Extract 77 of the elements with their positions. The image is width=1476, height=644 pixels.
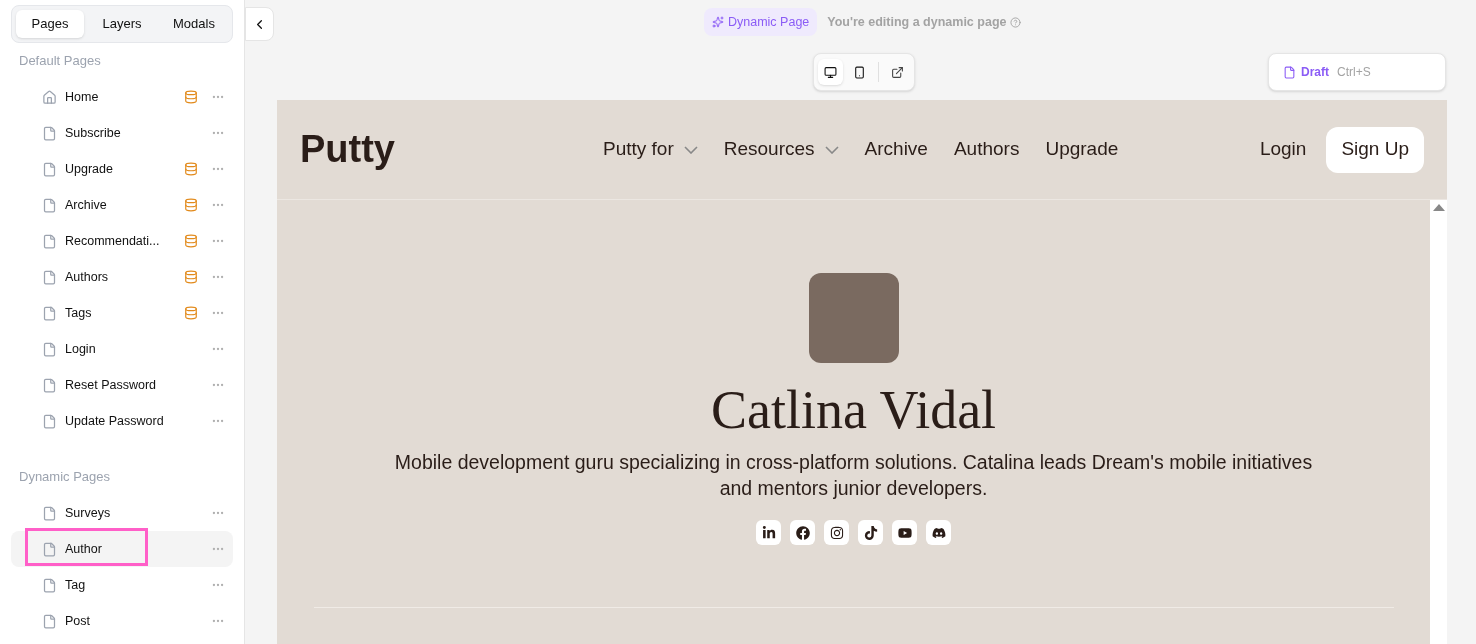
page-label: Tag xyxy=(65,576,86,594)
page-label: Archive xyxy=(65,196,107,214)
nav-link[interactable]: Upgrade xyxy=(1045,135,1119,164)
scrollbar[interactable] xyxy=(1430,200,1447,644)
page-icon xyxy=(42,233,57,249)
instagram-icon[interactable] xyxy=(824,520,849,545)
help-icon[interactable] xyxy=(1010,16,1022,28)
shortcut-hint: Ctrl+S xyxy=(1337,64,1371,81)
tab[interactable]: Modals xyxy=(160,10,228,38)
collapse-button[interactable] xyxy=(245,7,274,41)
tab[interactable]: Pages xyxy=(16,10,84,38)
page-icon xyxy=(42,377,57,393)
page-item[interactable]: Upgrade xyxy=(11,151,233,187)
scroll-up-icon[interactable] xyxy=(1432,204,1445,211)
page-item[interactable]: Authors xyxy=(11,259,233,295)
nav-link[interactable]: Archive xyxy=(864,135,928,164)
page-icon xyxy=(1283,65,1296,79)
page-label: Update Password xyxy=(65,412,164,430)
page-label: Home xyxy=(65,88,99,106)
desktop-icon xyxy=(824,65,837,79)
tiktok-icon[interactable] xyxy=(858,520,883,545)
page-item[interactable]: Author xyxy=(11,531,233,567)
section-title: Dynamic Pages xyxy=(18,469,112,485)
page-item[interactable]: Tags xyxy=(11,295,233,331)
page-item[interactable]: Reset Password xyxy=(11,367,233,403)
page-item[interactable]: Archive xyxy=(11,187,233,223)
nav-link[interactable]: Resources xyxy=(723,135,839,164)
author-bio: Mobile development guru specializing in cross-platform solutions. Catalina leads Dream's mobile initiatives and mentors junior developers. xyxy=(393,450,1314,501)
facebook-icon[interactable] xyxy=(790,520,815,545)
page-label: Recommendati... xyxy=(65,232,160,250)
page-label: Upgrade xyxy=(65,160,113,178)
page-label: Authors xyxy=(65,268,109,286)
author-name: Catlina Vidal xyxy=(710,379,997,442)
page-icon xyxy=(42,269,57,285)
editing-notice: You're editing a dynamic page xyxy=(827,13,1007,31)
page-icon xyxy=(42,341,57,357)
page-label: Author xyxy=(65,540,102,558)
youtube-icon[interactable] xyxy=(892,520,917,545)
page-label: Post xyxy=(65,612,90,630)
page-item[interactable]: Update Password xyxy=(11,403,233,439)
page-icon xyxy=(42,125,57,141)
page-item[interactable]: Login xyxy=(11,331,233,367)
page-icon xyxy=(42,305,57,321)
nav-link[interactable]: Putty for xyxy=(603,135,698,164)
site-logo[interactable]: Putty xyxy=(300,121,395,178)
home-icon xyxy=(42,89,57,105)
page-item[interactable]: Home xyxy=(11,79,233,115)
tab[interactable]: Layers xyxy=(88,10,156,38)
draft-status: Draft xyxy=(1301,64,1329,81)
page-icon xyxy=(42,613,57,629)
page-item[interactable]: Subscribe xyxy=(11,115,233,151)
discord-icon[interactable] xyxy=(926,520,951,545)
page-label: Reset Password xyxy=(65,376,156,394)
page-label: Surveys xyxy=(65,504,111,522)
page-item[interactable]: Recommendati... xyxy=(11,223,233,259)
page-label: Subscribe xyxy=(65,124,121,142)
page-icon xyxy=(42,541,57,557)
page-item[interactable]: Tag xyxy=(11,567,233,603)
page-item[interactable]: Surveys xyxy=(11,495,233,531)
page-icon xyxy=(42,505,57,521)
sparkle-icon xyxy=(712,16,724,28)
linkedin-icon[interactable] xyxy=(756,520,781,545)
login-link[interactable]: Login xyxy=(1259,135,1307,164)
mobile-icon xyxy=(853,65,866,79)
page-icon xyxy=(42,413,57,429)
page-label: Login xyxy=(65,340,96,358)
page-icon xyxy=(42,197,57,213)
section-title: Default Pages xyxy=(18,53,102,69)
badge-label: Dynamic Page xyxy=(728,13,810,31)
page-icon xyxy=(42,577,57,593)
desktop-view-button[interactable] xyxy=(818,59,843,85)
page-label: Tags xyxy=(65,304,92,322)
page-item[interactable]: Post xyxy=(11,603,233,639)
page-icon xyxy=(42,161,57,177)
nav-link[interactable]: Authors xyxy=(953,135,1020,164)
sign-up-button[interactable]: Sign Up xyxy=(1326,126,1424,173)
external-link-icon xyxy=(891,65,904,79)
